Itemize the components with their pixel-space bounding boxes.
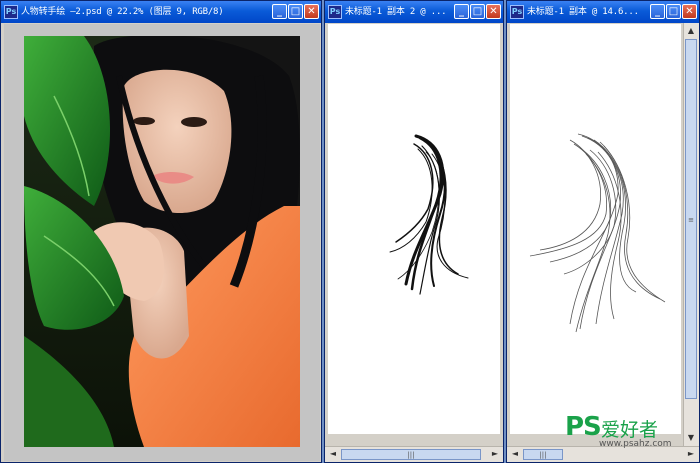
maximize-button[interactable]: □	[470, 4, 485, 19]
watermark-logo: PS 爱好者 www.psahz.com	[565, 412, 695, 454]
scroll-thumb[interactable]: |||	[523, 449, 563, 460]
title-bar[interactable]: Ps 未标题-1 副本 @ 14.6... _ □ ✕	[507, 1, 699, 23]
scroll-thumb[interactable]: |||	[341, 449, 481, 460]
maximize-button[interactable]: □	[666, 4, 681, 19]
scroll-left-arrow[interactable]: ◄	[508, 447, 522, 461]
photoshop-doc-icon: Ps	[510, 5, 524, 19]
vertical-scrollbar[interactable]: ▲ ≡ ▼	[683, 23, 699, 446]
title-bar[interactable]: Ps 未标题-1 副本 2 @ ... _ □ ✕	[325, 1, 503, 23]
close-button[interactable]: ✕	[486, 4, 501, 19]
close-button[interactable]: ✕	[304, 4, 319, 19]
hair-strands-drawing	[389, 134, 469, 295]
canvas[interactable]	[328, 24, 500, 434]
scroll-thumb[interactable]: ≡	[685, 39, 697, 399]
document-window-copy-2[interactable]: Ps 未标题-1 副本 2 @ ... _ □ ✕ ◄ ||| ►	[324, 0, 504, 463]
minimize-button[interactable]: _	[454, 4, 469, 19]
close-button[interactable]: ✕	[682, 4, 697, 19]
watermark-brand: PS	[565, 412, 602, 442]
photoshop-doc-icon: Ps	[4, 5, 18, 19]
minimize-button[interactable]: _	[272, 4, 287, 19]
workspace-area[interactable]	[4, 24, 320, 461]
scroll-left-arrow[interactable]: ◄	[326, 447, 340, 461]
window-title: 未标题-1 副本 @ 14.6...	[527, 7, 639, 17]
watermark-url: www.psahz.com	[599, 439, 672, 449]
portrait-photo	[24, 36, 300, 447]
canvas[interactable]	[510, 24, 681, 434]
scroll-up-arrow[interactable]: ▲	[684, 24, 698, 38]
title-bar[interactable]: Ps 人物转手绘 —2.psd @ 22.2% (图层 9, RGB/8) _ …	[1, 1, 321, 23]
hair-line-art-drawing	[529, 133, 666, 333]
photoshop-doc-icon: Ps	[328, 5, 342, 19]
minimize-button[interactable]: _	[650, 4, 665, 19]
maximize-button[interactable]: □	[288, 4, 303, 19]
document-window-copy[interactable]: Ps 未标题-1 副本 @ 14.6... _ □ ✕ ▲ ≡ ▼ ◄ ||| …	[506, 0, 700, 463]
scroll-right-arrow[interactable]: ►	[488, 447, 502, 461]
watermark-chinese: 爱好者	[601, 419, 659, 441]
window-title: 未标题-1 副本 2 @ ...	[345, 7, 447, 17]
window-title: 人物转手绘 —2.psd @ 22.2% (图层 9, RGB/8)	[21, 7, 224, 17]
horizontal-scrollbar[interactable]: ◄ ||| ►	[325, 446, 503, 462]
document-window-photo[interactable]: Ps 人物转手绘 —2.psd @ 22.2% (图层 9, RGB/8) _ …	[0, 0, 322, 463]
